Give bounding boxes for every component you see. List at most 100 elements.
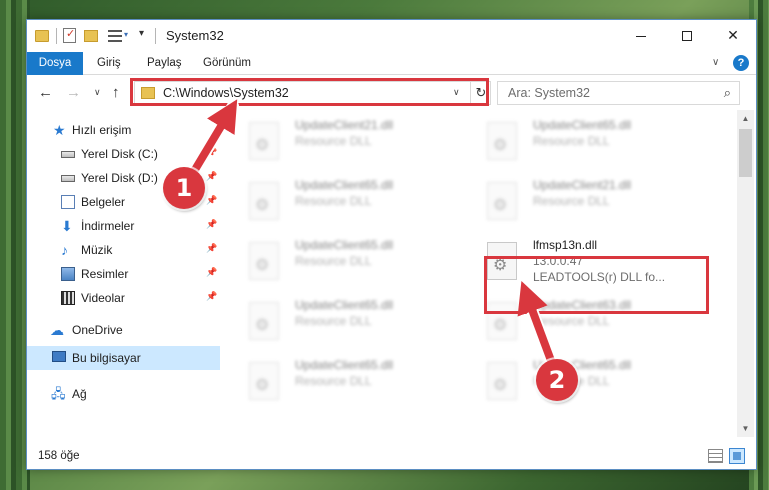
minimize-icon [636, 35, 646, 37]
dll-file-icon [249, 362, 279, 400]
sidebar-item-music[interactable]: ♪ Müzik 📌 [27, 238, 220, 262]
properties-icon[interactable] [63, 27, 76, 43]
file-tile[interactable]: UpdateClient21.dll Resource DLL [461, 174, 691, 226]
navigation-bar: ← → ∨ ↑ C:\Windows\System32 ∨ ↻ Ara: Sys… [27, 76, 756, 110]
sidebar-item-quick-access[interactable]: ★ Hızlı erişim [27, 118, 220, 142]
sidebar-item-label: Ağ [72, 387, 87, 401]
file-description: Resource DLL [533, 134, 610, 148]
dll-file-icon [249, 302, 279, 340]
sidebar-item-label: Bu bilgisayar [72, 351, 141, 365]
sidebar-item-onedrive[interactable]: ☁ OneDrive [27, 318, 220, 342]
sidebar-item-label: Videolar [81, 291, 125, 305]
pin-icon[interactable]: 📌 [206, 267, 217, 278]
dll-file-icon [249, 182, 279, 220]
sidebar-item-label: Hızlı erişim [72, 123, 132, 137]
pin-icon[interactable]: 📌 [206, 171, 217, 182]
file-tile[interactable]: UpdateClient65.dll Resource DLL [461, 114, 691, 166]
address-highlight-box [130, 78, 489, 106]
sidebar-item-downloads[interactable]: ⬇ İndirmeler 📌 [27, 214, 220, 238]
vertical-scrollbar[interactable]: ▲ ▼ [737, 110, 754, 437]
up-button[interactable]: ↑ [112, 84, 120, 101]
pin-icon[interactable]: 📌 [206, 147, 217, 158]
folder-icon[interactable] [35, 30, 49, 42]
file-tile[interactable]: UpdateClient65.dll Resource DLL [223, 174, 453, 226]
sidebar-item-videos[interactable]: Videolar 📌 [27, 286, 220, 310]
tab-home[interactable]: Giriş [87, 52, 131, 75]
search-input[interactable]: Ara: System32 ⌕ [497, 81, 740, 105]
sidebar-item-label: Yerel Disk (C:) [81, 147, 158, 161]
forward-button[interactable]: → [66, 84, 81, 101]
file-tile[interactable]: UpdateClient65.dll Resource DLL [223, 294, 453, 346]
music-icon: ♪ [61, 242, 68, 258]
star-icon: ★ [53, 122, 66, 138]
sidebar-item-label: Belgeler [81, 195, 126, 209]
cloud-icon: ☁ [50, 322, 64, 338]
sidebar-item-label: OneDrive [72, 323, 123, 337]
sidebar-item-network[interactable]: 🖧 Ağ [27, 382, 220, 406]
file-description: Resource DLL [533, 194, 610, 208]
dll-file-icon [487, 182, 517, 220]
file-description: Resource DLL [295, 134, 372, 148]
documents-icon [61, 195, 75, 209]
ribbon-tabs: Dosya Giriş Paylaş Görünüm ∨ ? [27, 52, 756, 75]
maximize-button[interactable] [664, 20, 710, 50]
sidebar-item-this-pc[interactable]: Bu bilgisayar [27, 346, 220, 370]
download-icon: ⬇ [61, 218, 73, 234]
file-name: UpdateClient65.dll [295, 238, 394, 252]
pin-icon[interactable]: 📌 [206, 219, 217, 230]
file-tile[interactable]: UpdateClient21.dll Resource DLL [223, 114, 453, 166]
navigation-pane: ★ Hızlı erişim Yerel Disk (C:) 📌 Yerel D… [27, 110, 220, 437]
tab-share[interactable]: Paylaş [137, 52, 192, 75]
search-icon[interactable]: ⌕ [724, 85, 731, 101]
tab-file[interactable]: Dosya [27, 52, 83, 75]
file-description: Resource DLL [295, 314, 372, 328]
help-icon[interactable]: ? [733, 55, 749, 71]
scroll-thumb[interactable] [739, 129, 752, 177]
back-button[interactable]: ← [38, 84, 53, 101]
maximize-icon [682, 31, 692, 42]
dll-file-icon [249, 242, 279, 280]
pin-icon[interactable]: 📌 [206, 195, 217, 206]
pictures-icon [61, 267, 75, 281]
pin-icon[interactable]: 📌 [206, 243, 217, 254]
computer-icon [52, 351, 66, 362]
divider [155, 28, 156, 44]
file-name: lfmsp13n.dll [533, 238, 598, 252]
minimize-button[interactable] [618, 20, 664, 50]
new-folder-icon[interactable] [84, 30, 98, 42]
title-bar: ▾ ▾ System32 ✕ [27, 20, 756, 52]
tab-view[interactable]: Görünüm [193, 52, 261, 75]
file-description: Resource DLL [295, 194, 372, 208]
sidebar-item-local-disk-c[interactable]: Yerel Disk (C:) 📌 [27, 142, 220, 166]
file-name: UpdateClient21.dll [295, 118, 394, 132]
file-description: Resource DLL [533, 314, 610, 328]
sidebar-item-pictures[interactable]: Resimler 📌 [27, 262, 220, 286]
expand-ribbon-button[interactable]: ∨ [712, 57, 719, 68]
file-name: UpdateClient65.dll [533, 118, 632, 132]
chevron-down-icon[interactable]: ▾ [124, 30, 128, 48]
file-name: UpdateClient65.dll [295, 178, 394, 192]
file-name: UpdateClient65.dll [295, 298, 394, 312]
large-icons-view-button[interactable] [729, 448, 745, 464]
file-tile[interactable]: UpdateClient65.dll Resource DLL [223, 354, 453, 406]
close-button[interactable]: ✕ [710, 20, 756, 50]
item-count: 158 öğe [38, 450, 80, 462]
file-description: Resource DLL [295, 254, 372, 268]
network-icon: 🖧 [51, 386, 66, 401]
pin-icon[interactable]: 📌 [206, 291, 217, 302]
file-name: UpdateClient21.dll [533, 178, 632, 192]
step-1-badge: 1 [163, 167, 205, 209]
scroll-up-button[interactable]: ▲ [737, 110, 754, 127]
dll-file-icon [249, 122, 279, 160]
window-title: System32 [166, 28, 224, 43]
view-icon[interactable] [108, 30, 122, 42]
search-placeholder: Ara: System32 [508, 86, 590, 100]
dll-file-icon [487, 122, 517, 160]
details-view-button[interactable] [708, 449, 723, 463]
file-tile[interactable]: UpdateClient65.dll Resource DLL [223, 234, 453, 286]
drive-icon [61, 151, 75, 158]
file-explorer-window: ▾ ▾ System32 ✕ Dosya Giriş Paylaş Görünü… [26, 19, 757, 470]
recent-locations-button[interactable]: ∨ [94, 87, 101, 98]
scroll-down-button[interactable]: ▼ [737, 420, 754, 437]
customize-quick-access-button[interactable]: ▾ [139, 28, 144, 46]
